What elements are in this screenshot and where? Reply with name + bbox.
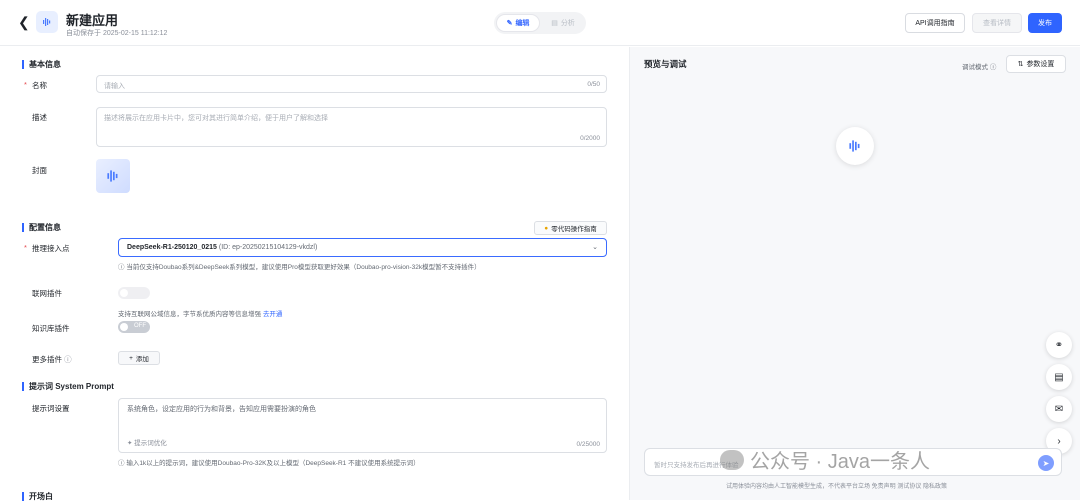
headset-icon[interactable]: ⚭ [1046, 332, 1072, 358]
prompt-counter: 0/25000 [576, 441, 601, 448]
autosave-text: 自动保存于 2025-02-15 11:12:12 [66, 30, 168, 37]
web-plugin-toggle[interactable] [118, 287, 150, 299]
preview-panel [629, 47, 1080, 500]
name-input[interactable]: 请输入 0/50 [96, 75, 607, 93]
cover-image[interactable] [96, 159, 130, 193]
add-plugin-button[interactable]: + 添加 [118, 351, 160, 365]
desc-counter: 0/2000 [580, 135, 600, 142]
name-placeholder: 请输入 [104, 83, 125, 90]
api-guide-button[interactable]: API调用指南 [905, 13, 965, 33]
web-plugin-label: 联网插件 [32, 289, 62, 298]
section-prompt: 提示词 System Prompt [22, 382, 114, 391]
endpoint-hint: ⓘ 当前仅支持Doubao系列&DeepSeek系列模型，建议使用Pro模型获取… [118, 264, 481, 271]
app-avatar [836, 127, 874, 165]
feedback-icon[interactable]: ✉ [1046, 396, 1072, 422]
wave-icon [107, 170, 118, 182]
endpoint-id: (ID: ep-20250215104129-vkdzl) [218, 244, 318, 251]
wave-icon [43, 18, 51, 26]
kb-plugin-toggle[interactable]: OFF [118, 321, 150, 333]
tab-analysis[interactable]: ▤ 分析 [542, 14, 584, 32]
chart-icon: ▤ [551, 20, 558, 27]
cover-label: 封面 [32, 166, 47, 175]
prompt-hint: ⓘ 输入1k以上的提示词，建议使用Doubao-Pro-32K及以上模型（Dee… [118, 460, 420, 467]
param-settings-button[interactable]: ⇅ 参数设置 [1006, 55, 1066, 73]
help-icon: ⓘ [989, 64, 997, 71]
desc-textarea[interactable]: 描述将展示在应用卡片中，您可对其进行简单介绍，便于用户了解和选择 0/2000 [96, 107, 607, 147]
enable-link[interactable]: 去开通 [263, 311, 283, 318]
endpoint-model: DeepSeek-R1-250120_0215 [127, 244, 217, 251]
mode-switch: ✎ 编辑 ▤ 分析 [494, 12, 586, 34]
book-icon[interactable]: ▤ [1046, 364, 1072, 390]
endpoint-select[interactable]: DeepSeek-R1-250120_0215 (ID: ep-20250215… [118, 238, 607, 257]
disclaimer: 试用体验内容均由人工智能模型生成，不代表平台立场 免责声明 测试协议 隐私政策 [726, 484, 948, 490]
sliders-icon: ⇅ [1017, 61, 1024, 68]
web-plugin-hint: 支持互联网公域信息，字节系优质内容等信息增强 去开通 [118, 311, 283, 318]
name-counter: 0/50 [587, 81, 600, 88]
page-title: 新建应用 [66, 13, 119, 28]
view-detail-button[interactable]: 查看详情 [972, 13, 1022, 33]
edit-icon: ✎ [506, 20, 513, 27]
endpoint-label: 推理接入点 [24, 243, 69, 254]
prompt-optimize-button[interactable]: ✦ 提示词优化 [127, 437, 167, 447]
section-config: 配置信息 [22, 223, 61, 232]
app-logo [36, 11, 58, 33]
top-bar: ❮ 新建应用 自动保存于 2025-02-15 11:12:12 ✎ 编辑 ▤ 分析… [0, 0, 1080, 46]
plus-icon: + [129, 354, 133, 362]
wave-icon [849, 140, 860, 152]
tab-edit[interactable]: ✎ 编辑 [496, 14, 540, 32]
zero-code-guide-button[interactable]: ● 零代码操作指南 [534, 221, 607, 235]
help-icon: ⓘ [64, 355, 72, 364]
send-icon[interactable]: ➤ [1038, 455, 1054, 471]
debug-mode[interactable]: 调试模式 ⓘ [962, 61, 996, 71]
prompt-placeholder: 系统角色，设定应用的行为和背景，告知应用需要扮演的角色 [127, 406, 316, 413]
kb-plugin-label: 知识库插件 [32, 324, 70, 333]
watermark: 公众号 · Java一条人 [720, 445, 930, 474]
name-label: 名称 [24, 80, 47, 91]
back-icon[interactable]: ❮ [18, 14, 30, 31]
section-basic: 基本信息 [22, 60, 61, 69]
preview-title: 预览与调试 [644, 59, 687, 69]
desc-label: 描述 [32, 113, 47, 122]
more-plugins-label: 更多插件 ⓘ [32, 355, 72, 364]
wechat-icon [720, 449, 744, 470]
publish-button[interactable]: 发布 [1028, 13, 1062, 33]
prompt-label: 提示词设置 [32, 404, 70, 413]
desc-placeholder: 描述将展示在应用卡片中，您可对其进行简单介绍，便于用户了解和选择 [104, 115, 328, 122]
prompt-textarea[interactable]: 系统角色，设定应用的行为和背景，告知应用需要扮演的角色 ✦ 提示词优化 0/25… [118, 398, 607, 453]
chevron-down-icon: ⌄ [592, 244, 598, 251]
bulb-icon: ● [544, 224, 549, 232]
